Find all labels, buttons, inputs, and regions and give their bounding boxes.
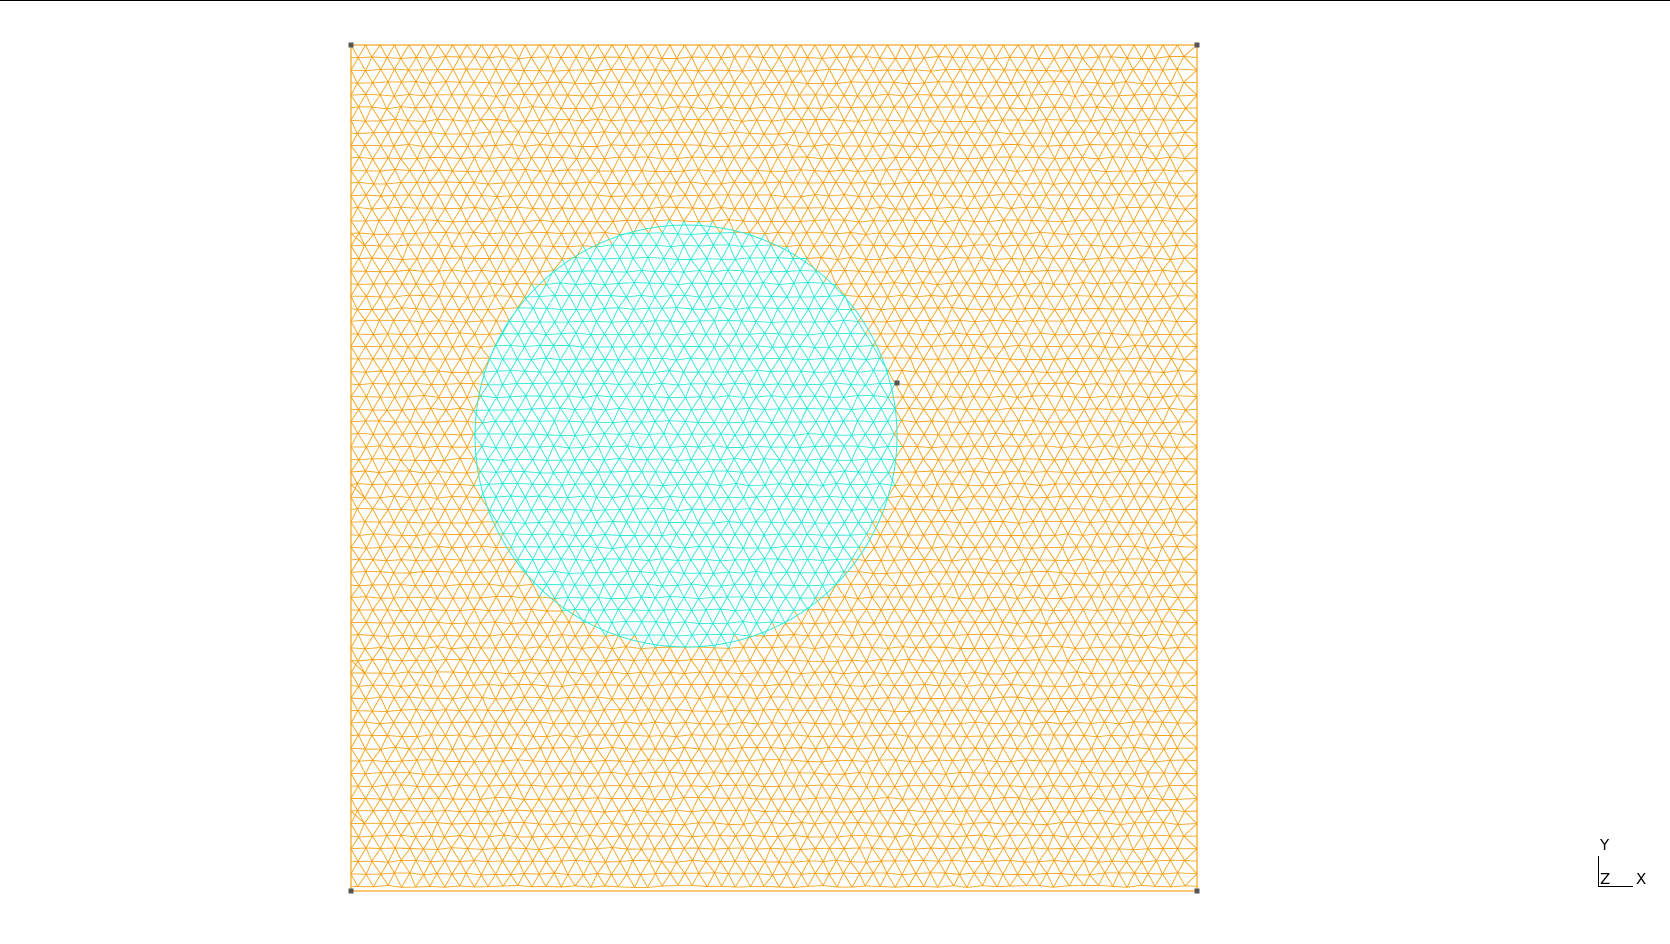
z-axis-label: Z — [1600, 870, 1611, 888]
x-axis-line — [1598, 886, 1633, 887]
mesh-canvas[interactable] — [0, 0, 1670, 944]
axis-orientation-triad: Y Z X — [1590, 838, 1650, 888]
outer-mesh-edges — [350, 44, 1198, 888]
corner-top-left-vertex[interactable] — [348, 42, 354, 48]
y-axis-line — [1598, 856, 1599, 887]
y-axis-label: Y — [1600, 836, 1610, 854]
graphics-viewport[interactable]: Y Z X — [0, 0, 1670, 944]
corner-bottom-right-vertex[interactable] — [1194, 888, 1200, 894]
corner-top-right-vertex[interactable] — [1194, 42, 1200, 48]
x-axis-label: X — [1636, 870, 1647, 888]
corner-bottom-left-vertex[interactable] — [348, 888, 354, 894]
circle-seam-vertex[interactable] — [894, 380, 900, 386]
